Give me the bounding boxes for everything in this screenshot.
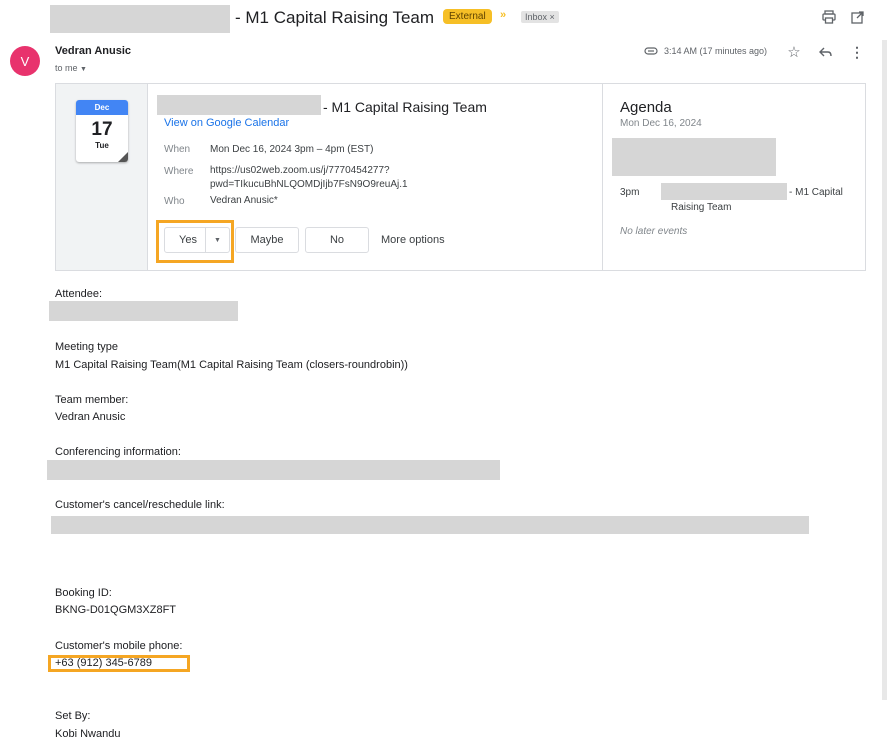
agenda-event-title-cont: Raising Team — [671, 202, 732, 213]
agenda-title: Agenda — [620, 99, 672, 116]
attachment-icon — [643, 44, 659, 58]
calendar-weekday: Tue — [95, 141, 109, 150]
print-icon[interactable] — [820, 8, 838, 26]
calendar-month: Dec — [76, 100, 128, 115]
email-subject: - M1 Capital Raising Team — [235, 8, 435, 27]
importance-marker-icon[interactable]: » — [500, 9, 506, 21]
open-in-new-window-icon[interactable] — [848, 8, 866, 26]
set-by-value: Kobi Nwandu — [55, 728, 121, 740]
redacted-conferencing-info — [47, 460, 500, 480]
inbox-label[interactable]: Inbox × — [521, 11, 559, 23]
team-member-label: Team member: — [55, 394, 129, 406]
team-member-value: Vedran Anusic — [55, 411, 126, 423]
who-label: Who — [164, 196, 185, 207]
when-value: Mon Dec 16, 2024 3pm – 4pm (EST) — [210, 144, 374, 155]
calendar-date-icon: Dec 17 Tue — [76, 100, 128, 162]
calendar-page-fold-icon — [118, 152, 128, 162]
set-by-label: Set By: — [55, 710, 91, 722]
where-line-1: https://us02web.zoom.us/j/7770454277? — [210, 165, 390, 176]
redacted-agenda-item — [612, 138, 776, 176]
calendar-date-panel: Dec 17 Tue — [56, 84, 148, 270]
inbox-label-text: Inbox — [525, 12, 548, 22]
redacted-cancel-link — [51, 516, 809, 534]
meeting-type-label: Meeting type — [55, 341, 118, 353]
booking-id-label: Booking ID: — [55, 587, 112, 599]
booking-id-value: BKNG-D01QGM3XZ8FT — [55, 604, 177, 616]
chevron-down-icon: ▼ — [80, 66, 87, 73]
remove-label-icon[interactable]: × — [550, 12, 555, 22]
meeting-type-value: M1 Capital Raising Team(M1 Capital Raisi… — [55, 359, 408, 371]
recipient-text: to me — [55, 63, 78, 73]
where-line-2: pwd=TIkucuBhNLQOMDjIjb7FsN9O9reuAj.1 — [210, 179, 408, 190]
recipient-summary[interactable]: to me ▼ — [55, 63, 87, 73]
agenda-no-later-events: No later events — [620, 226, 688, 237]
agenda-date: Mon Dec 16, 2024 — [620, 118, 702, 129]
external-badge: External — [443, 9, 492, 24]
rsvp-no-button[interactable]: No — [305, 227, 369, 253]
redacted-attendee — [49, 301, 238, 321]
yes-button-highlight — [156, 220, 234, 263]
who-value: Vedran Anusic* — [210, 195, 278, 206]
agenda-divider — [602, 84, 603, 270]
phone-label: Customer's mobile phone: — [55, 640, 183, 652]
redacted-event-name — [157, 95, 321, 115]
reply-icon[interactable] — [816, 44, 834, 60]
sender-name[interactable]: Vedran Anusic — [55, 45, 131, 57]
where-label: Where — [164, 166, 194, 177]
attendee-label: Attendee: — [55, 288, 103, 300]
when-label: When — [164, 144, 191, 155]
redacted-subject-name — [50, 5, 230, 33]
phone-highlight — [48, 655, 190, 672]
more-vert-icon[interactable]: ⋮ — [850, 44, 864, 60]
calendar-day: 17 — [91, 119, 113, 140]
rsvp-maybe-button[interactable]: Maybe — [235, 227, 299, 253]
conferencing-label: Conferencing information: — [55, 446, 181, 458]
event-title: - M1 Capital Raising Team — [323, 99, 487, 115]
agenda-event-time: 3pm — [620, 187, 640, 198]
sender-avatar[interactable]: V — [10, 46, 40, 76]
message-timestamp: 3:14 AM (17 minutes ago) — [664, 46, 768, 56]
agenda-event-title[interactable]: - M1 Capital — [789, 187, 843, 198]
star-icon[interactable]: ☆ — [785, 44, 803, 61]
where-value[interactable]: https://us02web.zoom.us/j/7770454277? pw… — [210, 164, 408, 192]
view-on-google-calendar-link[interactable]: View on Google Calendar — [164, 117, 289, 129]
cancel-link-label: Customer's cancel/reschedule link: — [55, 499, 225, 511]
more-options-link[interactable]: More options — [381, 234, 445, 246]
vertical-scrollbar[interactable] — [882, 40, 887, 700]
redacted-agenda-event-name — [661, 183, 787, 200]
